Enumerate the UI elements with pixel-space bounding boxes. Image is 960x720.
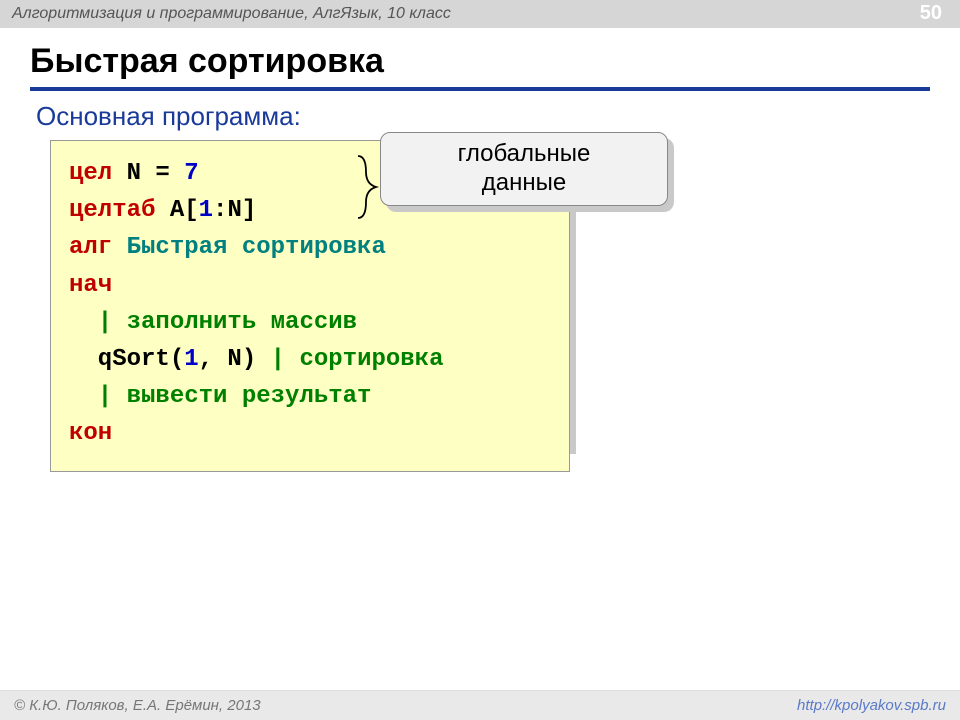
footer-bar: © К.Ю. Поляков, Е.А. Ерёмин, 2013 http:/… [0,690,960,720]
callout-box: глобальные данные [380,132,668,206]
course-title: Алгоритмизация и программирование, АлгЯз… [12,5,451,23]
code-line-5: | заполнить массив [69,304,551,341]
code-area: цел N = 7 целтаб A[1:N] алг Быстрая сорт… [50,140,930,472]
callout: глобальные данные [380,132,668,206]
footer-copyright: © К.Ю. Поляков, Е.А. Ерёмин, 2013 [14,697,261,714]
footer-url: http://kpolyakov.spb.ru [797,697,946,714]
code-line-4: нач [69,267,551,304]
page-number: 50 [920,2,942,25]
slide-title: Быстрая сортировка [30,38,930,91]
code-line-6: qSort(1, N) | сортировка [69,341,551,378]
code-line-3: алг Быстрая сортировка [69,229,551,266]
header-bar: Алгоритмизация и программирование, АлгЯз… [0,0,960,28]
subtitle: Основная программа: [36,101,930,132]
slide-content: Быстрая сортировка Основная программа: ц… [0,28,960,472]
code-line-8: кон [69,415,551,452]
brace-icon [356,154,382,220]
callout-text: глобальные данные [458,140,591,198]
code-line-7: | вывести результат [69,378,551,415]
